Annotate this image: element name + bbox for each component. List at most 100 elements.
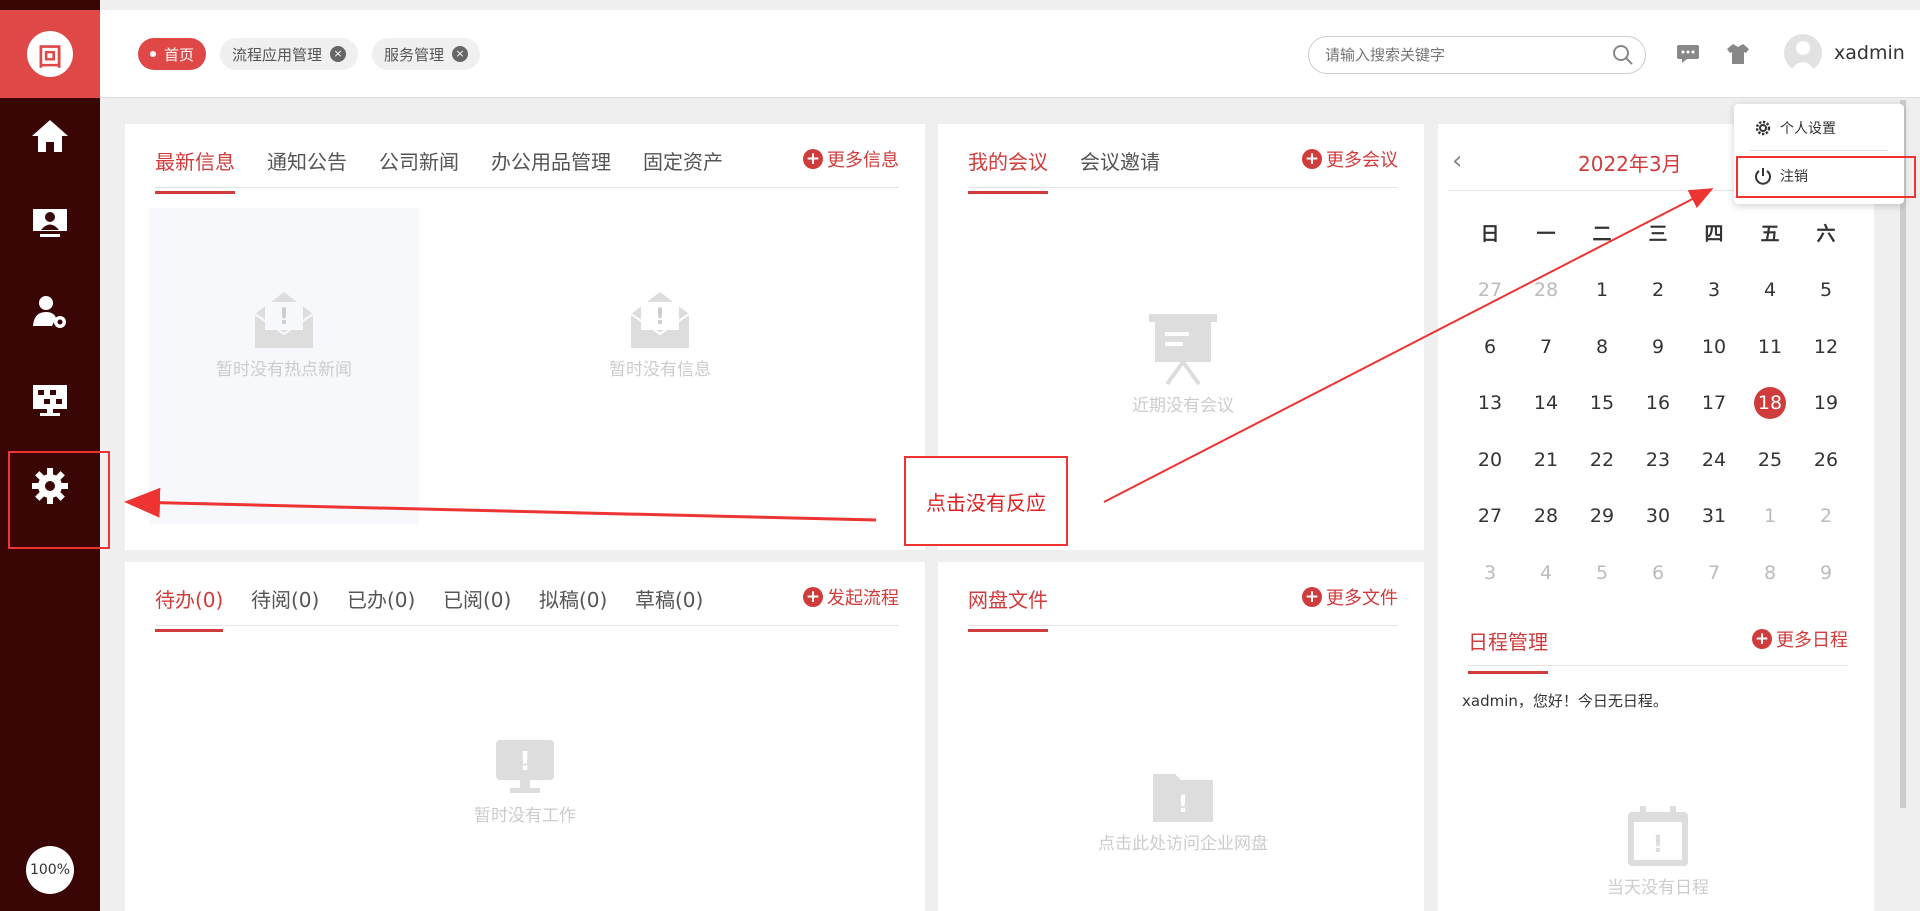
start-process-link[interactable]: + 发起流程 <box>803 584 899 610</box>
empty-disk-text[interactable]: 点击此处访问企业网盘 <box>1078 829 1288 854</box>
app-logo[interactable]: 回 <box>0 10 100 98</box>
calendar-day[interactable]: 5 <box>1806 272 1846 308</box>
tab-notice[interactable]: 通知公告 <box>267 146 347 175</box>
tab-done[interactable]: 已办(0) <box>347 584 415 613</box>
more-meetings-link[interactable]: + 更多会议 <box>1302 146 1398 172</box>
personal-settings-item[interactable]: 个人设置 <box>1754 118 1836 138</box>
calendar-day[interactable]: 17 <box>1694 385 1734 421</box>
search-icon[interactable] <box>1612 44 1634 70</box>
annotation-note: 点击没有反应 <box>904 456 1068 546</box>
tab-service-management[interactable]: 服务管理 × <box>372 38 481 70</box>
empty-work: ! 暂时没有工作 <box>450 738 600 826</box>
calendar-day[interactable]: 21 <box>1526 442 1566 478</box>
username[interactable]: xadmin <box>1834 42 1905 64</box>
active-dot-icon <box>150 51 156 57</box>
calendar-day[interactable]: 9 <box>1638 329 1678 365</box>
calendar-day[interactable]: 19 <box>1806 385 1846 421</box>
weekday-header: 六 <box>1816 223 1836 245</box>
calendar-day[interactable]: 29 <box>1582 498 1622 534</box>
tab-todo[interactable]: 待办(0) <box>155 584 224 632</box>
calendar-day[interactable]: 7 <box>1526 329 1566 365</box>
empty-info-text: 暂时没有信息 <box>609 360 711 380</box>
calendar-day[interactable]: 4 <box>1750 272 1790 308</box>
calendar-day[interactable]: 3 <box>1694 272 1734 308</box>
tab-home[interactable]: 首页 <box>138 38 207 70</box>
tab-meeting-invites[interactable]: 会议邀请 <box>1080 146 1160 175</box>
tab-drafting[interactable]: 拟稿(0) <box>539 584 607 613</box>
tab-label: 服务管理 <box>384 45 445 64</box>
theme-shirt-icon[interactable] <box>1726 43 1750 69</box>
calendar-day[interactable]: 23 <box>1638 442 1678 478</box>
message-icon[interactable] <box>1676 44 1700 68</box>
calendar-day[interactable]: 28 <box>1526 498 1566 534</box>
gear-highlight-box <box>8 451 110 549</box>
calendar-day[interactable]: 11 <box>1750 329 1790 365</box>
calendar-day[interactable]: 1 <box>1582 272 1622 308</box>
calendar-day[interactable]: 6 <box>1470 329 1510 365</box>
calendar-day[interactable]: 5 <box>1582 555 1622 591</box>
search-input[interactable] <box>1308 36 1646 74</box>
empty-disk[interactable]: ! 点击此处访问企业网盘 <box>1078 768 1288 854</box>
calendar-day-today[interactable]: 18 <box>1750 385 1790 421</box>
calendar-day[interactable]: 8 <box>1750 555 1790 591</box>
calendar-day[interactable]: 30 <box>1638 498 1678 534</box>
more-meetings-label: 更多会议 <box>1326 150 1398 171</box>
more-info-link[interactable]: + 更多信息 <box>803 146 899 172</box>
home-icon[interactable] <box>0 106 100 166</box>
empty-work-text: 暂时没有工作 <box>474 806 576 826</box>
news-tabs: 最新信息 通知公告 公司新闻 办公用品管理 固定资产 + 更多信息 <box>155 124 899 194</box>
avatar[interactable] <box>1784 34 1822 72</box>
svg-text:!: ! <box>1178 790 1189 818</box>
calendar-day[interactable]: 27 <box>1470 272 1510 308</box>
svg-text:!: ! <box>519 747 531 777</box>
calendar-day[interactable]: 4 <box>1526 555 1566 591</box>
chevron-left-icon[interactable]: ‹ <box>1452 146 1462 176</box>
monitor-flow-icon[interactable] <box>0 370 100 430</box>
calendar-day[interactable]: 22 <box>1582 442 1622 478</box>
tab-fixed-assets[interactable]: 固定资产 <box>643 146 723 175</box>
tab-process-app-management[interactable]: 流程应用管理 × <box>220 38 359 70</box>
tab-schedule-management[interactable]: 日程管理 <box>1468 626 1548 674</box>
user-settings-icon[interactable] <box>0 282 100 342</box>
calendar-day[interactable]: 9 <box>1806 555 1846 591</box>
calendar-day[interactable]: 27 <box>1470 498 1510 534</box>
tab-latest-info[interactable]: 最新信息 <box>155 146 235 194</box>
presentation-user-icon[interactable] <box>0 194 100 254</box>
calendar-day[interactable]: 24 <box>1694 442 1734 478</box>
calendar-day[interactable]: 15 <box>1582 385 1622 421</box>
calendar-day[interactable]: 16 <box>1638 385 1678 421</box>
mail-alert-icon: ! <box>630 292 690 348</box>
calendar-day[interactable]: 2 <box>1638 272 1678 308</box>
calendar-day[interactable]: 8 <box>1582 329 1622 365</box>
calendar-day[interactable]: 7 <box>1694 555 1734 591</box>
calendar-day[interactable]: 13 <box>1470 385 1510 421</box>
scrollbar[interactable] <box>1900 100 1906 808</box>
close-icon[interactable]: × <box>330 46 347 62</box>
more-files-link[interactable]: + 更多文件 <box>1302 584 1398 610</box>
calendar-day[interactable]: 26 <box>1806 442 1846 478</box>
calendar-day[interactable]: 10 <box>1694 329 1734 365</box>
tab-read[interactable]: 已阅(0) <box>443 584 511 613</box>
more-schedule-link[interactable]: + 更多日程 <box>1752 626 1848 652</box>
more-schedule-label: 更多日程 <box>1776 630 1848 651</box>
calendar-day[interactable]: 1 <box>1750 498 1790 534</box>
calendar-day[interactable]: 12 <box>1806 329 1846 365</box>
tab-company-news[interactable]: 公司新闻 <box>379 146 459 175</box>
close-icon[interactable]: × <box>452 46 469 62</box>
tab-to-read[interactable]: 待阅(0) <box>251 584 319 613</box>
tab-drafts[interactable]: 草稿(0) <box>635 584 703 613</box>
calendar-day[interactable]: 6 <box>1638 555 1678 591</box>
calendar-day[interactable]: 28 <box>1526 272 1566 308</box>
calendar-day[interactable]: 2 <box>1806 498 1846 534</box>
zoom-level[interactable]: 100% <box>26 846 74 894</box>
calendar-day[interactable]: 25 <box>1750 442 1790 478</box>
work-tabs: 待办(0) 待阅(0) 已办(0) 已阅(0) 拟稿(0) 草稿(0) + 发起… <box>155 562 899 632</box>
tab-office-supplies[interactable]: 办公用品管理 <box>491 146 611 175</box>
logo-icon: 回 <box>27 31 73 77</box>
calendar-day[interactable]: 20 <box>1470 442 1510 478</box>
tab-disk-files[interactable]: 网盘文件 <box>968 584 1048 632</box>
calendar-day[interactable]: 3 <box>1470 555 1510 591</box>
calendar-day[interactable]: 31 <box>1694 498 1734 534</box>
tab-my-meetings[interactable]: 我的会议 <box>968 146 1048 194</box>
calendar-day[interactable]: 14 <box>1526 385 1566 421</box>
